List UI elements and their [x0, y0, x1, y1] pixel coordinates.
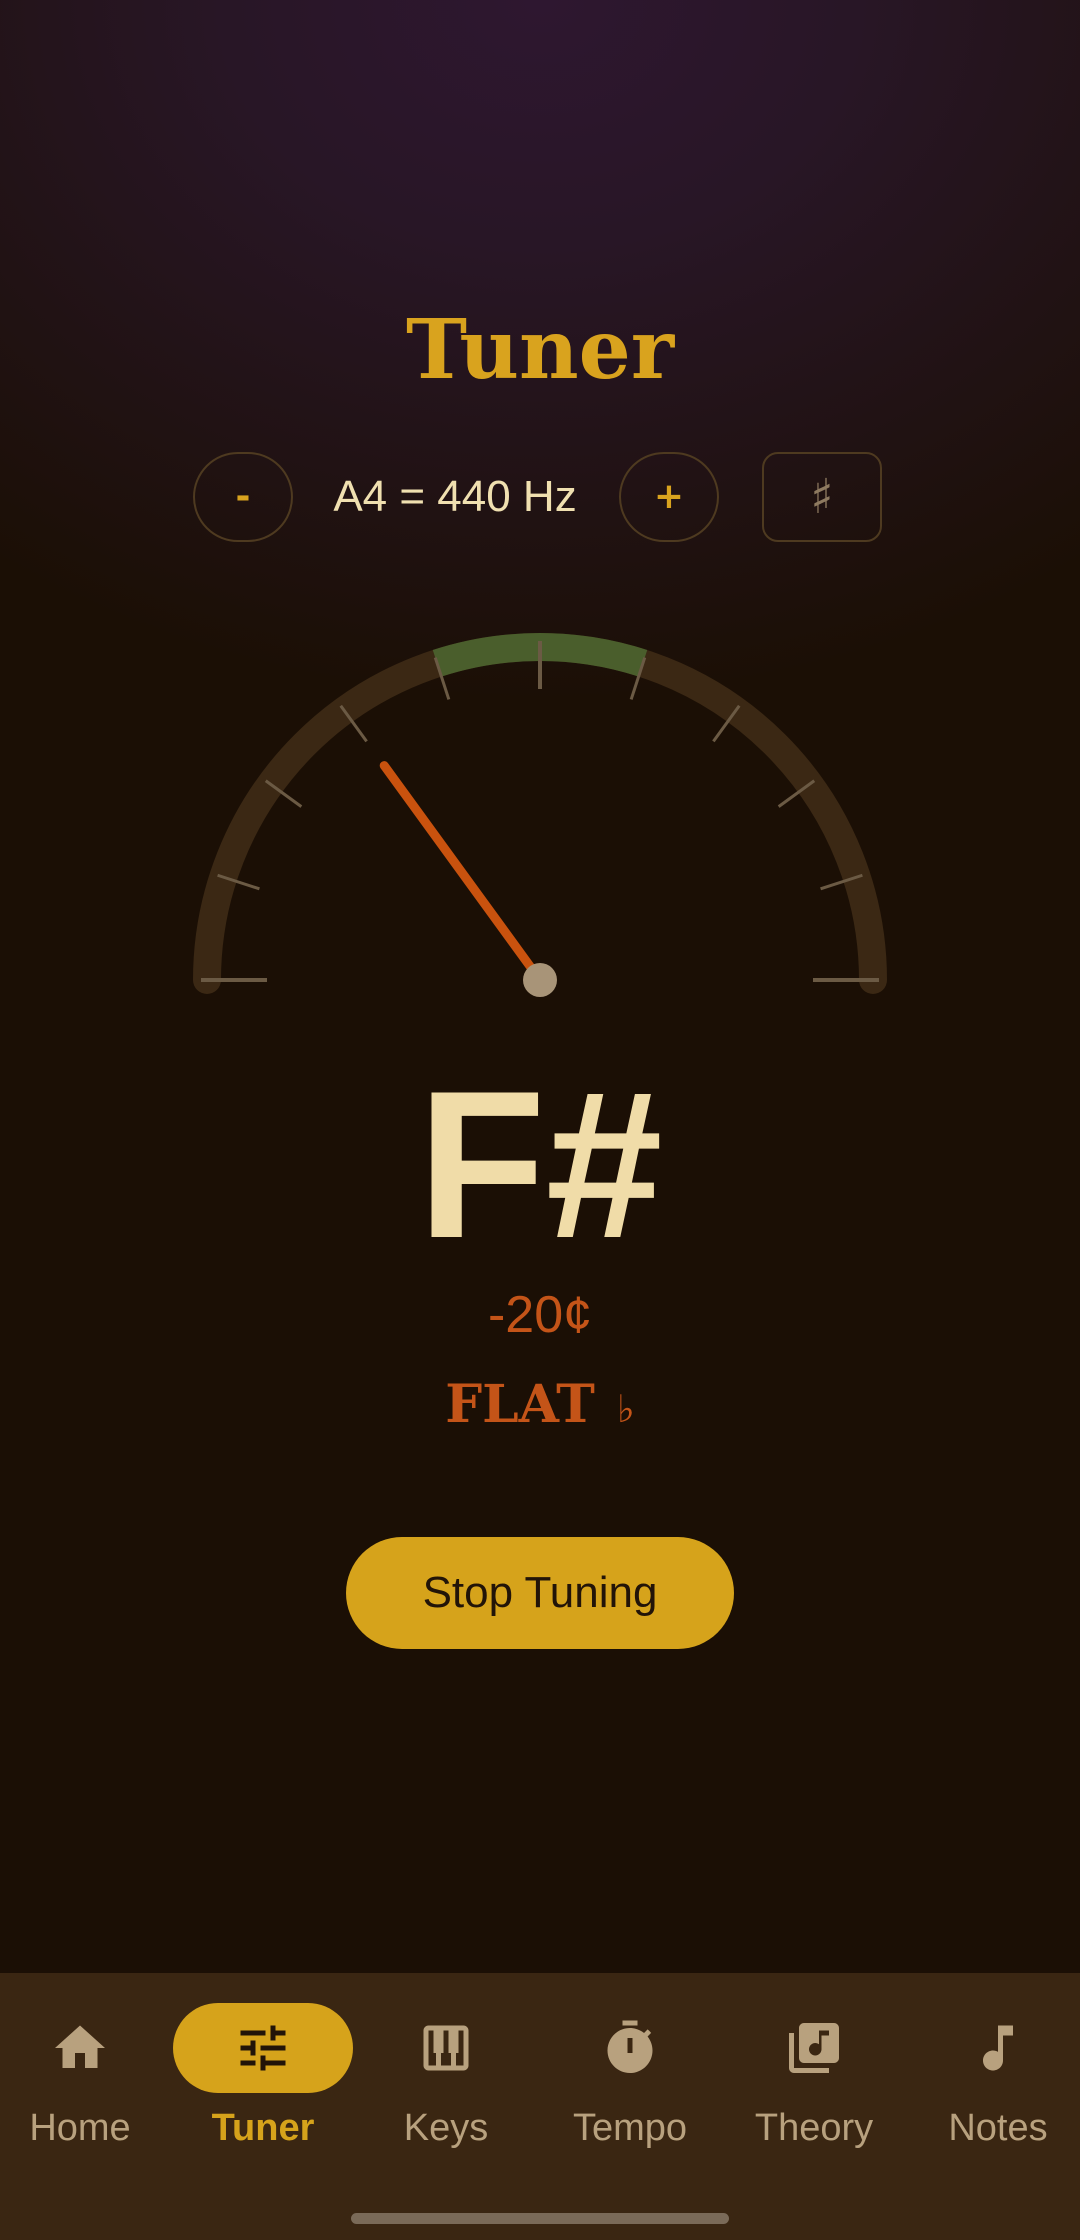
- nav-item-keys[interactable]: Keys: [356, 2003, 536, 2173]
- detected-note: F#: [417, 1047, 663, 1282]
- needle-pivot: [523, 963, 557, 997]
- nav-icon-container-keys: [356, 2003, 536, 2093]
- nav-label-notes: Notes: [948, 2107, 1048, 2149]
- nav-icon-container-notes: [908, 2003, 1080, 2093]
- sliders-icon: [240, 2025, 286, 2071]
- nav-label-tuner: Tuner: [211, 2107, 315, 2149]
- gauge-arc: [193, 633, 887, 994]
- nav-icon-container-tuner: [173, 2003, 353, 2093]
- home-icon: [55, 2025, 105, 2068]
- decrease-reference-button[interactable]: -: [193, 452, 293, 542]
- reference-pitch-row: - A4 = 440 Hz + ♯: [0, 452, 1080, 544]
- nav-item-home[interactable]: Home: [0, 2003, 170, 2173]
- nav-icon-container-theory: [724, 2003, 904, 2093]
- nav-icon-container-tempo: [540, 2003, 720, 2093]
- gauge-needle: [379, 761, 545, 985]
- nav-icon-container-home: [0, 2003, 170, 2093]
- home-indicator: [351, 2213, 729, 2224]
- reference-pitch-label: A4 = 440 Hz: [333, 472, 577, 521]
- gauge-ticks: [201, 641, 879, 982]
- nav-label-keys: Keys: [403, 2107, 489, 2149]
- accidental-toggle-button[interactable]: ♯: [762, 452, 882, 542]
- page-title: Tuner: [405, 302, 675, 398]
- nav-item-theory[interactable]: Theory: [724, 2003, 904, 2173]
- tuning-status-text: FLAT: [445, 1374, 595, 1435]
- stop-tuning-button[interactable]: Stop Tuning: [346, 1537, 734, 1649]
- increase-reference-button[interactable]: +: [619, 452, 719, 542]
- music-library-icon: [789, 2023, 839, 2073]
- tuning-gauge: [193, 633, 887, 997]
- nav-label-home: Home: [29, 2107, 131, 2149]
- nav-item-tuner[interactable]: Tuner: [173, 2003, 353, 2173]
- cents-offset: -20¢: [487, 1286, 593, 1344]
- music-note-icon: [983, 2025, 1013, 2071]
- nav-label-tempo: Tempo: [572, 2107, 688, 2149]
- nav-label-theory: Theory: [754, 2107, 874, 2149]
- stopwatch-icon: [607, 2020, 653, 2073]
- tuning-status: FLAT ♭: [0, 1370, 1080, 1444]
- piano-icon: [423, 2025, 469, 2071]
- flat-icon: ♭: [616, 1387, 635, 1431]
- nav-item-notes[interactable]: Notes: [908, 2003, 1080, 2173]
- bottom-navigation: Home Tuner Keys Tempo Theory Notes: [0, 1973, 1080, 2240]
- nav-item-tempo[interactable]: Tempo: [540, 2003, 720, 2173]
